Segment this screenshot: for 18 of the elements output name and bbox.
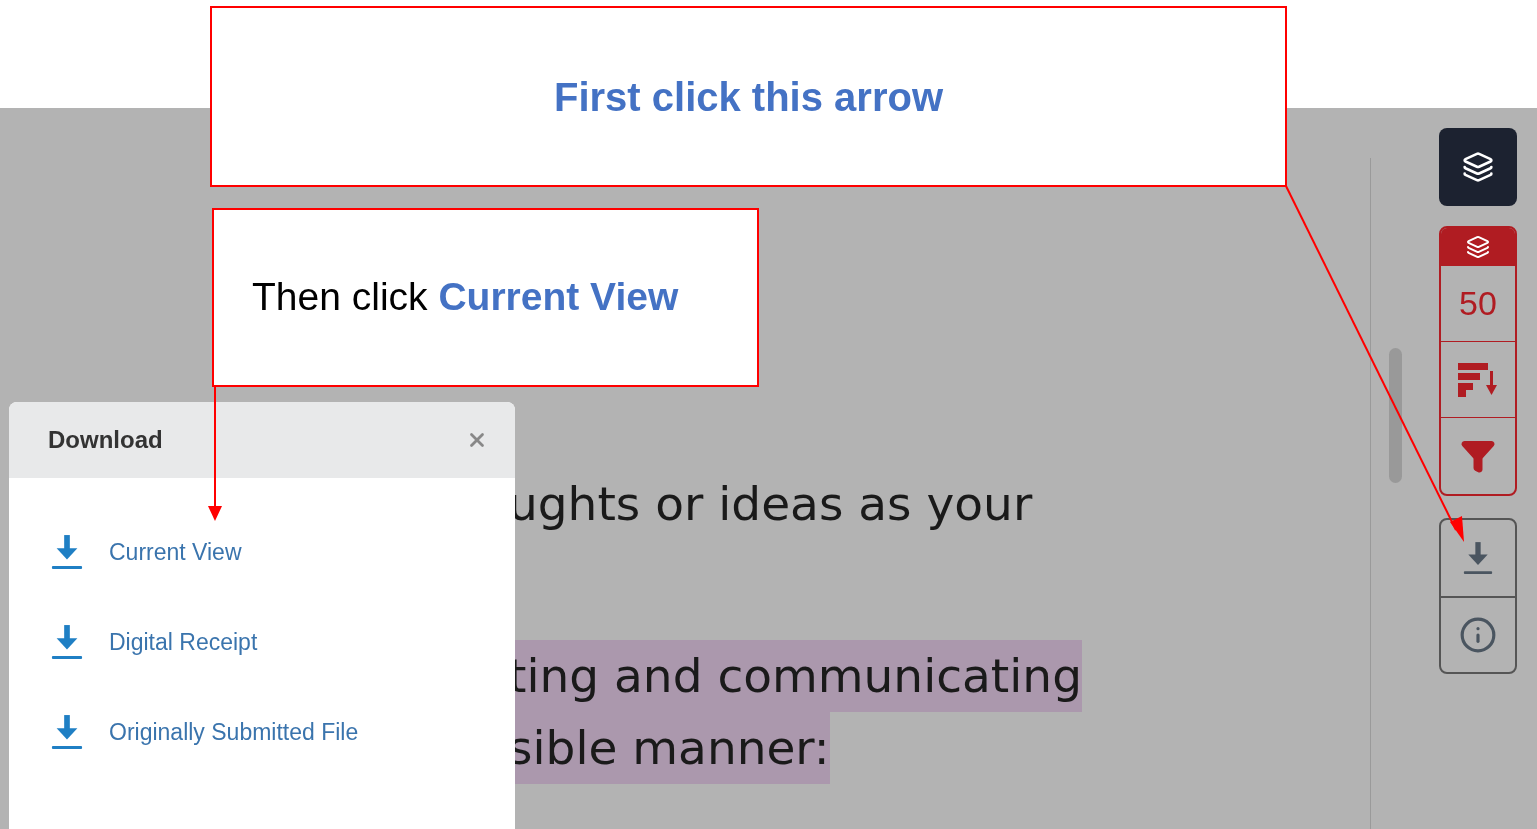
callout-text: First click this arrow	[554, 73, 943, 121]
match-count: 50	[1459, 283, 1497, 324]
layers-button[interactable]	[1439, 128, 1517, 206]
download-icon	[51, 713, 83, 751]
download-icon	[1463, 540, 1493, 576]
download-menu-item[interactable]: Current View	[51, 530, 515, 574]
callout-text: Then click Current View	[252, 274, 679, 321]
panel-title: Download	[48, 425, 163, 455]
layers-icon	[1462, 151, 1494, 183]
download-icon	[51, 533, 83, 571]
document-text-line: ughts or ideas as your	[508, 475, 1033, 533]
sort-icon	[1458, 362, 1498, 397]
layers-icon	[1466, 235, 1490, 259]
scrollbar-thumb[interactable]	[1389, 348, 1402, 483]
info-icon	[1459, 616, 1497, 654]
layers-header[interactable]	[1441, 228, 1515, 266]
download-icon	[51, 623, 83, 661]
filter-icon	[1460, 438, 1496, 474]
